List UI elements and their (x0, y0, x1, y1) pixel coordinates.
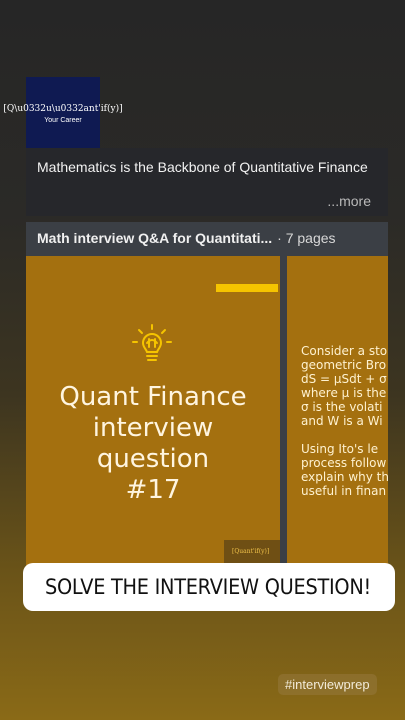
more-link[interactable]: ...more (327, 192, 371, 210)
slide-body-text: Consider a sto geometric Bro dS = μSdt +… (301, 344, 388, 498)
cta-sticker[interactable]: SOLVE THE INTERVIEW QUESTION! (23, 563, 395, 611)
slide-1[interactable]: Quant Finance interview question #17 [Qu… (26, 256, 280, 566)
channel-logo[interactable]: [Q\u0332u\u0332ant'if(y)] Your Career (3, 77, 123, 151)
hashtag-sticker[interactable]: #interviewprep (278, 674, 377, 695)
document-carousel[interactable]: Quant Finance interview question #17 [Qu… (26, 254, 388, 568)
cta-label: SOLVE THE INTERVIEW QUESTION! (45, 575, 371, 599)
slide-title: Quant Finance interview question #17 (59, 382, 247, 505)
lightbulb-icon (132, 324, 172, 361)
document-title: Math interview Q&A for Quantitati... (37, 230, 273, 246)
post-text-card[interactable]: Mathematics is the Backbone of Quantitat… (26, 148, 388, 216)
document-header[interactable]: Math interview Q&A for Quantitati... · 7… (26, 222, 388, 254)
post-text: Mathematics is the Backbone of Quantitat… (37, 159, 368, 175)
document-page-count: · 7 pages (277, 230, 336, 246)
logo-tagline: Your Career (44, 117, 82, 124)
slide-2[interactable]: Consider a sto geometric Bro dS = μSdt +… (287, 256, 388, 566)
logo-brand: [Q\u0332u\u0332ant'if(y)] (3, 104, 123, 114)
accent-stripe (216, 284, 278, 292)
